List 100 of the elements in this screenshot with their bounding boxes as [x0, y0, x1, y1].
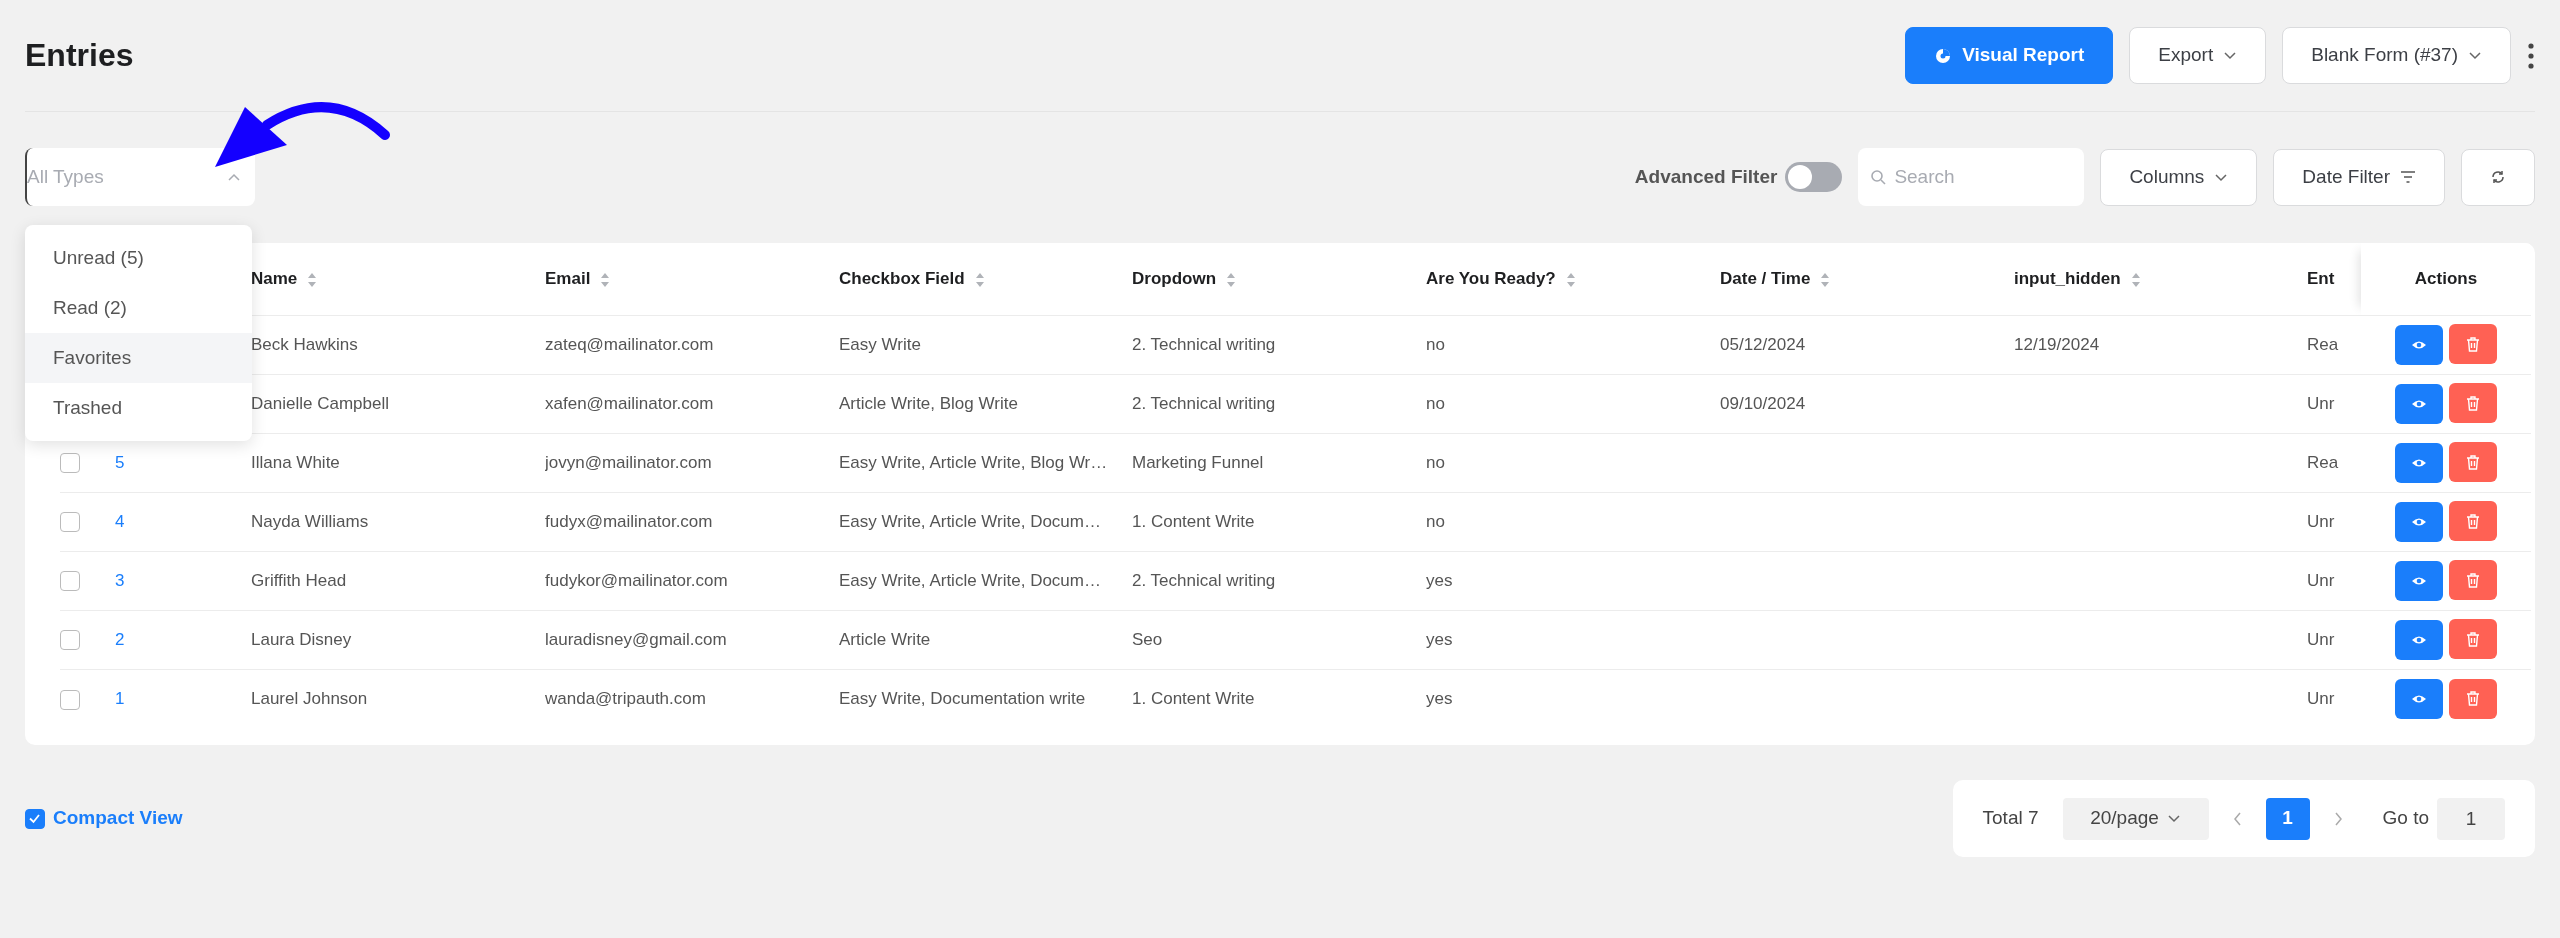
view-button[interactable] — [2395, 324, 2443, 365]
row-checkbox[interactable] — [60, 689, 80, 710]
table-cell: no — [1426, 334, 1445, 354]
sort-icon[interactable] — [307, 271, 318, 288]
table-cell: wanda@tripauth.com — [545, 689, 706, 708]
chevron-down-icon — [2223, 49, 2238, 62]
table-cell: Marketing Funnel — [1132, 452, 1264, 472]
trash-icon — [2466, 691, 2480, 706]
table-cell: Unr — [2307, 570, 2335, 590]
table-cell: 2. Technical writing — [1132, 393, 1276, 413]
row-checkbox[interactable] — [60, 453, 80, 474]
page-title: Entries — [25, 36, 134, 75]
page-input[interactable]: 1 — [2437, 797, 2505, 840]
view-button[interactable] — [2395, 501, 2443, 542]
table-cell: Unr — [2307, 629, 2335, 649]
sort-icon[interactable] — [2130, 271, 2141, 288]
delete-button[interactable] — [2449, 619, 2497, 660]
table-cell: Beck Hawkins — [251, 334, 358, 354]
table-cell: Danielle Campbell — [251, 393, 389, 413]
chart-icon — [1934, 46, 1953, 65]
view-button[interactable] — [2395, 560, 2443, 601]
columns-button[interactable]: Columns — [2100, 148, 2258, 206]
view-button[interactable] — [2395, 679, 2443, 719]
delete-button[interactable] — [2449, 560, 2497, 601]
column-header: Are You Ready? — [1426, 269, 1556, 288]
table-cell: Laurel Johnson — [251, 689, 368, 708]
column-header: Actions — [2414, 269, 2478, 288]
table-cell: Article Write, Blog Write — [839, 393, 1018, 413]
sort-icon[interactable] — [600, 271, 611, 288]
entry-id-link[interactable]: 1 — [115, 689, 125, 708]
column-header: Date / Time — [1720, 269, 1811, 288]
sort-icon[interactable] — [1565, 271, 1576, 288]
previous-icon[interactable] — [2232, 811, 2242, 826]
next-icon[interactable] — [2333, 811, 2343, 826]
compact-view-label[interactable]: Compact View — [53, 804, 183, 833]
date-filter-button[interactable]: Date Filter — [2273, 148, 2445, 206]
table-cell: Laura Disney — [251, 629, 352, 649]
view-button[interactable] — [2395, 442, 2443, 483]
table-cell: Griffith Head — [251, 570, 347, 590]
dropdown-item[interactable]: Favorites — [25, 333, 252, 383]
export-button[interactable]: Export — [2129, 27, 2267, 84]
dropdown-item[interactable]: Read (2) — [25, 283, 252, 333]
table-cell: 05/12/2024 — [1720, 334, 1806, 354]
column-header: Dropdown — [1132, 269, 1217, 288]
sort-icon[interactable] — [1226, 271, 1237, 288]
column-header: Ent — [2307, 269, 2335, 288]
table-cell: Unr — [2307, 689, 2335, 708]
delete-button[interactable] — [2449, 501, 2497, 542]
chevron-down-icon — [2166, 812, 2181, 825]
table-cell: yes — [1426, 689, 1453, 708]
go-to-label: Go to — [2382, 806, 2429, 831]
more-icon[interactable] — [2527, 41, 2535, 70]
sort-icon[interactable] — [974, 271, 985, 288]
dropdown-item[interactable]: Trashed — [25, 383, 252, 433]
table-cell: 09/10/2024 — [1720, 393, 1806, 413]
table-cell: 12/19/2024 — [2014, 334, 2100, 354]
advanced-filter-label: Advanced Filter — [1634, 164, 1778, 189]
table-cell: zateq@mailinator.com — [545, 334, 714, 354]
advanced-filter-toggle[interactable] — [1785, 162, 1843, 192]
row-checkbox[interactable] — [60, 630, 80, 651]
visual-report-button[interactable]: Visual Report — [1905, 27, 2114, 84]
compact-view-checkbox[interactable] — [25, 808, 45, 829]
table-cell: Rea — [2307, 452, 2339, 472]
entry-id-link[interactable]: 2 — [115, 629, 125, 649]
column-header: Email — [545, 269, 591, 288]
trash-icon — [2466, 395, 2480, 411]
table-cell: Unr — [2307, 511, 2335, 531]
trash-icon — [2466, 513, 2480, 529]
table-cell: Article Write — [839, 629, 931, 649]
row-checkbox[interactable] — [60, 571, 80, 592]
dropdown-item[interactable]: Unread (5) — [25, 233, 252, 283]
page-size-select[interactable]: 20/page — [2062, 797, 2209, 840]
table-cell: 1. Content Write — [1132, 689, 1255, 708]
table-cell: no — [1426, 452, 1445, 472]
trash-icon — [2466, 336, 2480, 352]
entry-id-link[interactable]: 5 — [115, 452, 125, 472]
view-button[interactable] — [2395, 619, 2443, 660]
search-icon — [1870, 169, 1887, 185]
trash-icon — [2466, 631, 2480, 647]
table-cell: 1. Content Write — [1132, 511, 1255, 531]
page-button[interactable]: 1 — [2265, 797, 2310, 840]
sort-icon[interactable] — [1820, 271, 1831, 288]
column-header: input_hidden — [2014, 269, 2121, 288]
table-cell: no — [1426, 393, 1445, 413]
table-cell: fudyx@mailinator.com — [545, 511, 713, 531]
table-cell: Easy Write, Article Write, Docum… — [839, 570, 1101, 590]
delete-button[interactable] — [2449, 383, 2497, 424]
table-cell: 2. Technical writing — [1132, 334, 1276, 354]
delete-button[interactable] — [2449, 442, 2497, 483]
delete-button[interactable] — [2449, 324, 2497, 365]
view-button[interactable] — [2395, 383, 2443, 424]
entry-id-link[interactable]: 4 — [115, 511, 125, 531]
row-checkbox[interactable] — [60, 512, 80, 533]
delete-button[interactable] — [2449, 678, 2497, 719]
entry-id-link[interactable]: 3 — [115, 570, 125, 590]
column-header: Name — [251, 269, 298, 288]
table-cell: Easy Write, Documentation write — [839, 689, 1086, 708]
table-cell: no — [1426, 511, 1445, 531]
form-select[interactable]: Blank Form (#37) — [2282, 27, 2511, 84]
search-field[interactable]: Search — [1858, 148, 2085, 206]
